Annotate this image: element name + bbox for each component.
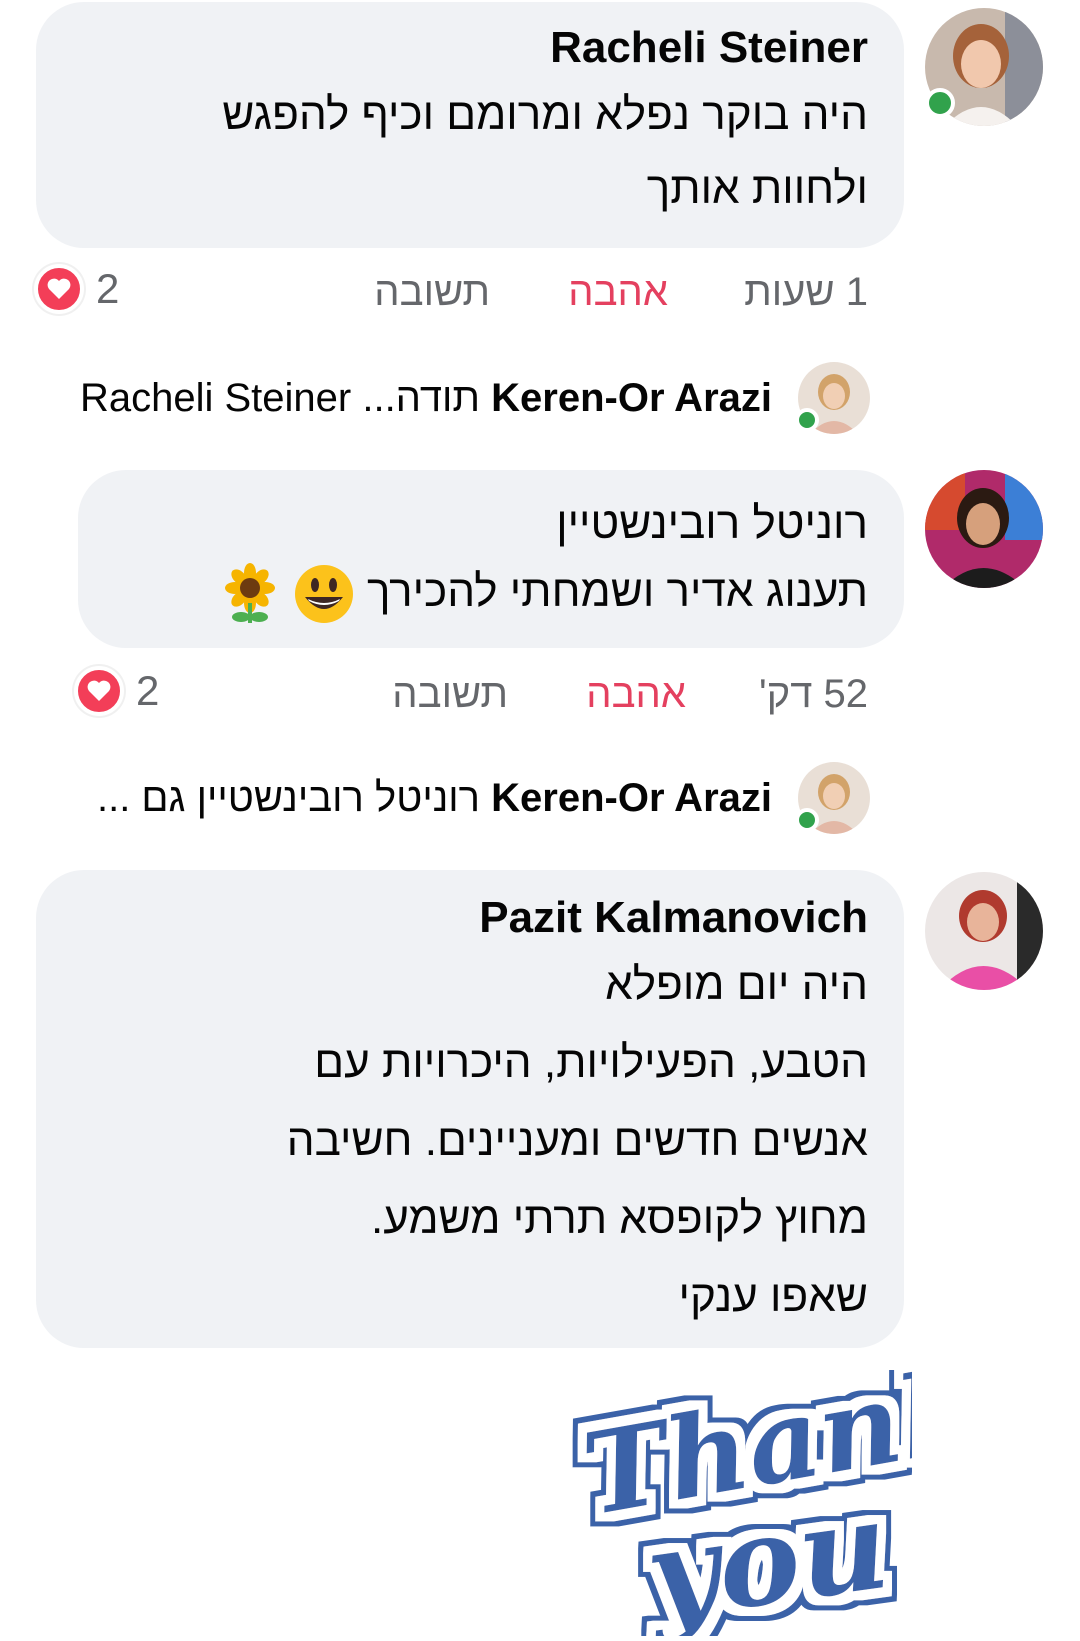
comment-actions: 52 דק' אהבה תשובה xyxy=(0,672,1080,732)
comment-text-line: שאפו ענקי xyxy=(678,1272,868,1321)
reaction-count: 2 xyxy=(96,265,120,312)
avatar-ronital-rubinstein[interactable] xyxy=(925,470,1043,588)
comment-time[interactable]: 52 דק' xyxy=(759,672,868,717)
comment-text-line: תענוג אדיר ושמחתי להכירך xyxy=(366,567,868,616)
reply-text: תודה... xyxy=(362,376,481,420)
reply-preview[interactable]: Keren-Or Arazi תודה... Racheli Steiner xyxy=(80,376,772,421)
online-status-icon xyxy=(795,808,819,832)
comment-bubble[interactable]: Pazit Kalmanovich היה יום מופלא הטבע, הפ… xyxy=(36,870,904,1348)
reply-author[interactable]: Keren-Or Arazi xyxy=(491,776,772,820)
reply-mention[interactable]: Racheli Steiner xyxy=(80,376,351,420)
reply-button[interactable]: תשובה xyxy=(392,672,508,717)
comment-bubble[interactable]: Racheli Steiner היה בוקר נפלא ומרומם וכי… xyxy=(36,2,904,248)
comment-text-line: היה בוקר נפלא ומרומם וכיף להפגש xyxy=(222,90,868,139)
comment-author[interactable]: Pazit Kalmanovich xyxy=(76,892,868,944)
thank-you-sticker[interactable]: Thank you xyxy=(552,1343,987,1641)
comment-author[interactable]: Racheli Steiner xyxy=(76,22,868,74)
comment-text: תענוג אדיר ושמחתי להכירך xyxy=(118,558,868,626)
comment-time[interactable]: 1 שעות xyxy=(744,270,868,315)
avatar-image xyxy=(925,470,1043,588)
reaction-summary[interactable]: 2 xyxy=(74,666,159,716)
comment-author[interactable]: רוניטל רובינשטיין xyxy=(118,498,868,550)
comment-text-line: ולחוות אותך xyxy=(646,164,868,213)
love-reaction-button[interactable]: אהבה xyxy=(568,270,668,315)
sunflower-icon xyxy=(224,563,275,624)
reaction-summary[interactable]: 2 xyxy=(34,264,119,314)
comment-text-line: מחוץ לקופסא תרתי משמע. xyxy=(370,1194,868,1243)
comment-bubble[interactable]: רוניטל רובינשטיין תענוג אדיר ושמחתי להכי… xyxy=(78,470,904,648)
online-status-icon xyxy=(925,88,955,118)
avatar-pazit-kalmanovich[interactable] xyxy=(925,872,1043,990)
reply-preview[interactable]: Keren-Or Arazi רוניטל רובינשטיין גם ... xyxy=(97,776,772,821)
reply-text: רוניטל רובינשטיין גם ... xyxy=(96,776,481,820)
love-reaction-button[interactable]: אהבה xyxy=(586,672,686,717)
comment-text-line: היה יום מופלא xyxy=(605,960,868,1009)
reply-author[interactable]: Keren-Or Arazi xyxy=(491,376,772,420)
reply-button[interactable]: תשובה xyxy=(374,270,490,315)
comment-actions: 1 שעות אהבה תשובה xyxy=(0,270,1080,330)
comment-text-line: אנשים חדשים ומעניינים. חשיבה xyxy=(286,1116,868,1165)
avatar-image xyxy=(925,872,1043,990)
online-status-icon xyxy=(795,408,819,432)
reaction-count: 2 xyxy=(136,667,160,714)
heart-reaction-icon xyxy=(74,666,124,716)
grinning-face-icon xyxy=(294,565,353,624)
thank-you-sticker-image: Thank you xyxy=(574,1343,987,1641)
heart-reaction-icon xyxy=(34,264,84,314)
comment-text-line: הטבע, הפעילויות, היכרויות עם xyxy=(314,1038,868,1087)
